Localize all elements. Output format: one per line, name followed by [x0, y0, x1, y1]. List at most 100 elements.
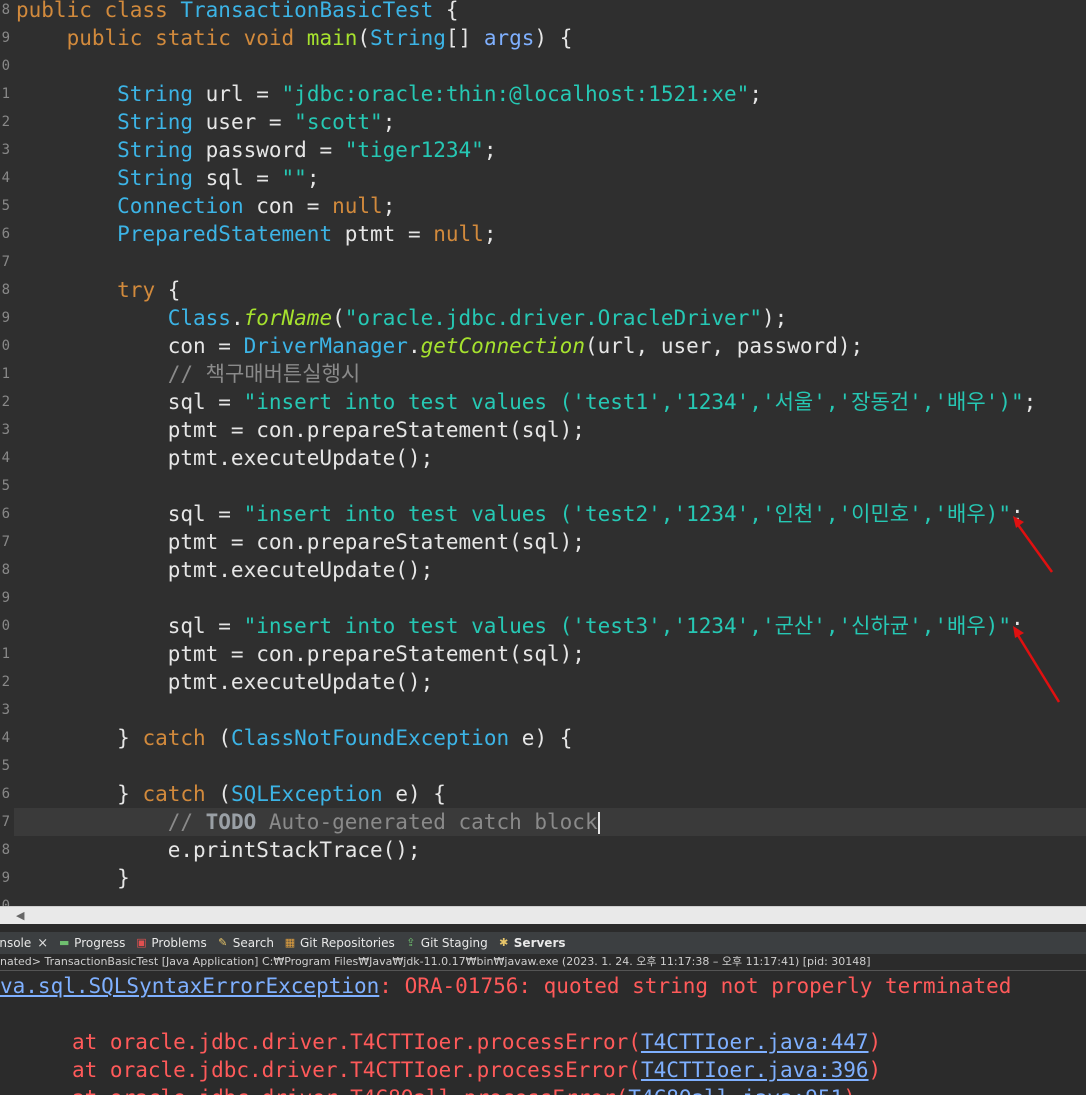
code-text: ptmt.executeUpdate();	[167, 446, 434, 470]
tab-label: Progress	[74, 936, 126, 950]
console-line-trace: at oracle.jdbc.driver.T4CTTIoer.processE…	[72, 1056, 881, 1084]
close-icon[interactable]: ×	[37, 936, 48, 951]
string-literal: ""	[281, 166, 307, 190]
scroll-left-arrow-icon[interactable]: ◀	[16, 909, 24, 922]
line-number: 6	[1, 226, 10, 242]
code-line-prepare-3[interactable]: ptmt = con.prepareStatement(sql);	[16, 640, 585, 668]
code-line-execute-1[interactable]: ptmt.executeUpdate();	[16, 444, 434, 472]
code-text: ptmt.executeUpdate();	[167, 558, 434, 582]
line-number: 7	[1, 814, 10, 830]
code-comment: // 책구매버튼실행시	[167, 362, 361, 386]
code-line-prepare-1[interactable]: ptmt = con.prepareStatement(sql);	[16, 416, 585, 444]
tab-progress[interactable]: ▬ Progress	[57, 936, 125, 950]
code-text: }	[117, 782, 143, 806]
line-number: 8	[1, 282, 10, 298]
tab-label: onsole	[0, 936, 32, 950]
code-line-forname[interactable]: Class.forName("oracle.jdbc.driver.Oracle…	[16, 304, 788, 332]
line-number: 9	[1, 590, 10, 606]
code-line-main-decl[interactable]: public static void main(String[] args) {	[16, 24, 573, 52]
code-text: url =	[193, 82, 282, 106]
keyword: try	[117, 278, 156, 302]
code-text: ptmt = con.prepareStatement(sql);	[167, 642, 585, 666]
code-line-prepare-2[interactable]: ptmt = con.prepareStatement(sql);	[16, 528, 585, 556]
code-text: ;	[382, 194, 396, 218]
code-text: user =	[193, 110, 295, 134]
tab-git-repositories[interactable]: ▦ Git Repositories	[283, 936, 395, 950]
exception-link[interactable]: va.sql.SQLSyntaxErrorException	[0, 974, 379, 998]
code-text: ;	[483, 138, 497, 162]
line-number: 9	[1, 310, 10, 326]
tab-console[interactable]: onsole ×	[0, 936, 48, 951]
code-line-comment[interactable]: // 책구매버튼실행시	[16, 360, 361, 388]
git-staging-icon: ⇪	[406, 936, 416, 949]
code-line-print-stack[interactable]: e.printStackTrace();	[16, 836, 421, 864]
tab-problems[interactable]: ▣ Problems	[134, 936, 207, 950]
code-text: ;	[483, 222, 497, 246]
line-number: 1	[1, 86, 10, 102]
code-line-user[interactable]: String user = "scott";	[16, 108, 395, 136]
trace-link[interactable]: T4CTTIoer.java:396	[641, 1058, 869, 1082]
line-number: 1	[1, 366, 10, 382]
code-text: .	[407, 334, 421, 358]
code-text: (	[205, 726, 231, 750]
code-line-get-connection[interactable]: con = DriverManager.getConnection(url, u…	[16, 332, 863, 360]
code-line-sql3[interactable]: sql = "insert into test values ('test3',…	[16, 612, 1024, 640]
keyword: public static void	[66, 26, 307, 50]
code-line-sql[interactable]: String sql = "";	[16, 164, 319, 192]
tab-git-staging[interactable]: ⇪ Git Staging	[404, 936, 488, 950]
code-line-try[interactable]: try {	[16, 276, 180, 304]
type-name: String	[370, 26, 446, 50]
line-number: 3	[1, 142, 10, 158]
code-line-sql1[interactable]: sql = "insert into test values ('test1',…	[16, 388, 1037, 416]
line-number: 9	[1, 30, 10, 46]
string-literal: "insert into test values ('test2','1234'…	[243, 502, 1011, 526]
code-line-execute-2[interactable]: ptmt.executeUpdate();	[16, 556, 434, 584]
code-text: }	[117, 866, 130, 890]
line-number: 2	[1, 674, 10, 690]
code-line-class-decl[interactable]: public class TransactionBasicTest {	[16, 0, 459, 24]
tab-label: Search	[232, 936, 274, 950]
code-text: ptmt.executeUpdate();	[167, 670, 434, 694]
code-line-password[interactable]: String password = "tiger1234";	[16, 136, 496, 164]
code-comment: //	[167, 810, 206, 834]
line-number: 7	[1, 254, 10, 270]
console-output[interactable]: va.sql.SQLSyntaxErrorException: ORA-0175…	[0, 971, 1086, 1095]
code-line-url[interactable]: String url = "jdbc:oracle:thin:@localhos…	[16, 80, 762, 108]
search-icon: ✎	[218, 936, 228, 949]
code-line-close-brace[interactable]: }	[16, 864, 130, 892]
code-line-sql2[interactable]: sql = "insert into test values ('test2',…	[16, 500, 1024, 528]
code-line-catch-class-not-found[interactable]: } catch (ClassNotFoundException e) {	[16, 724, 572, 752]
tab-search[interactable]: ✎ Search	[216, 936, 274, 950]
line-number-gutter: 8 9 0 1 2 3 4 5 6 7 8 9 0 1 2 3 4 5 6 7 8 9 0 1 2 3 4 5 6 7 8 9 0	[0, 0, 14, 906]
trace-text: at oracle.jdbc.driver.T4CTTIoer.processE…	[72, 1030, 641, 1054]
line-number: 0	[1, 58, 10, 74]
code-comment: Auto-generated catch block	[256, 810, 598, 834]
type-name: Connection	[117, 194, 244, 218]
code-text: );	[762, 306, 788, 330]
code-line-todo[interactable]: // TODO Auto-generated catch block	[16, 808, 600, 836]
trace-link[interactable]: T4CTTIoer.java:447	[641, 1030, 869, 1054]
code-line-prepared-statement[interactable]: PreparedStatement ptmt = null;	[16, 220, 496, 248]
code-editor[interactable]: 8 9 0 1 2 3 4 5 6 7 8 9 0 1 2 3 4 5 6 7 8 9 0 1 2 3 4 5 6 7 8 9 0 public…	[0, 0, 1086, 906]
trace-link[interactable]: T4C8Oall.java:951	[628, 1086, 843, 1095]
code-text: sql =	[167, 502, 244, 526]
type-name: SQLException	[230, 782, 383, 806]
code-line-catch-sql-exception[interactable]: } catch (SQLException e) {	[16, 780, 446, 808]
code-line-connection[interactable]: Connection con = null;	[16, 192, 395, 220]
method-name: forName	[243, 306, 333, 330]
string-literal: "tiger1234"	[344, 138, 484, 162]
code-text: con =	[243, 194, 333, 218]
code-line-execute-3[interactable]: ptmt.executeUpdate();	[16, 668, 434, 696]
horizontal-scrollbar[interactable]: ◀	[0, 906, 1086, 925]
line-number: 0	[1, 898, 10, 906]
keyword: catch	[142, 726, 206, 750]
code-text: ) {	[534, 726, 573, 750]
param-name: args	[483, 26, 535, 50]
status-text: nated> TransactionBasicTest [Java Applic…	[0, 955, 871, 968]
tab-servers[interactable]: ✱ Servers	[497, 936, 565, 950]
trace-text: )	[843, 1086, 856, 1095]
code-text: e	[521, 726, 535, 750]
code-text: e.printStackTrace();	[167, 838, 421, 862]
exception-message: : ORA-01756: quoted string not properly …	[379, 974, 1012, 998]
